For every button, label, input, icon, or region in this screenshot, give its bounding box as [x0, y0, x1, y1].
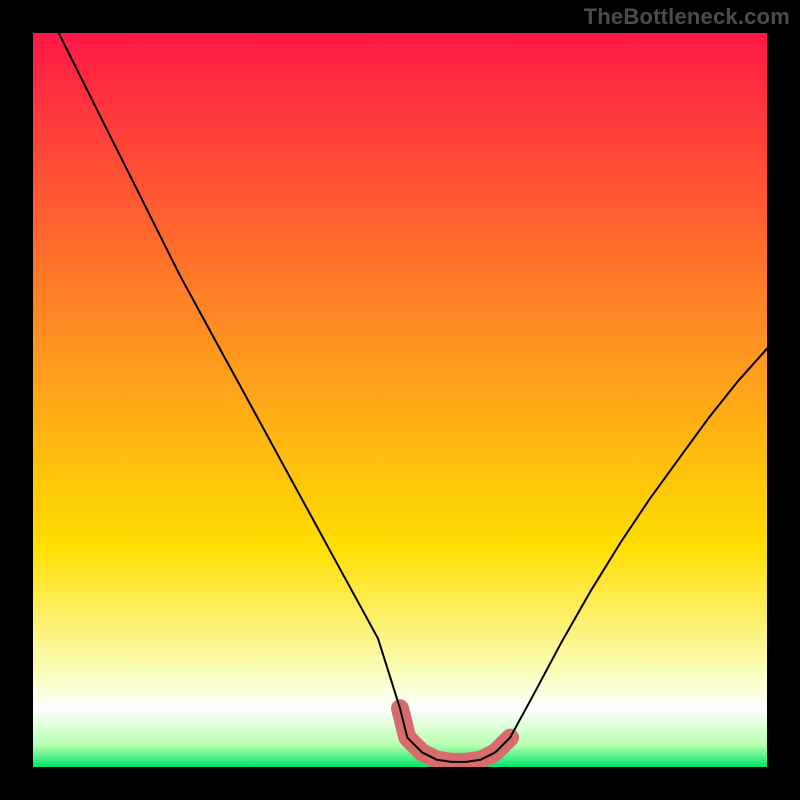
chart-background: [33, 33, 767, 767]
attribution-label: TheBottleneck.com: [584, 4, 790, 30]
bottleneck-chart: [0, 0, 800, 800]
